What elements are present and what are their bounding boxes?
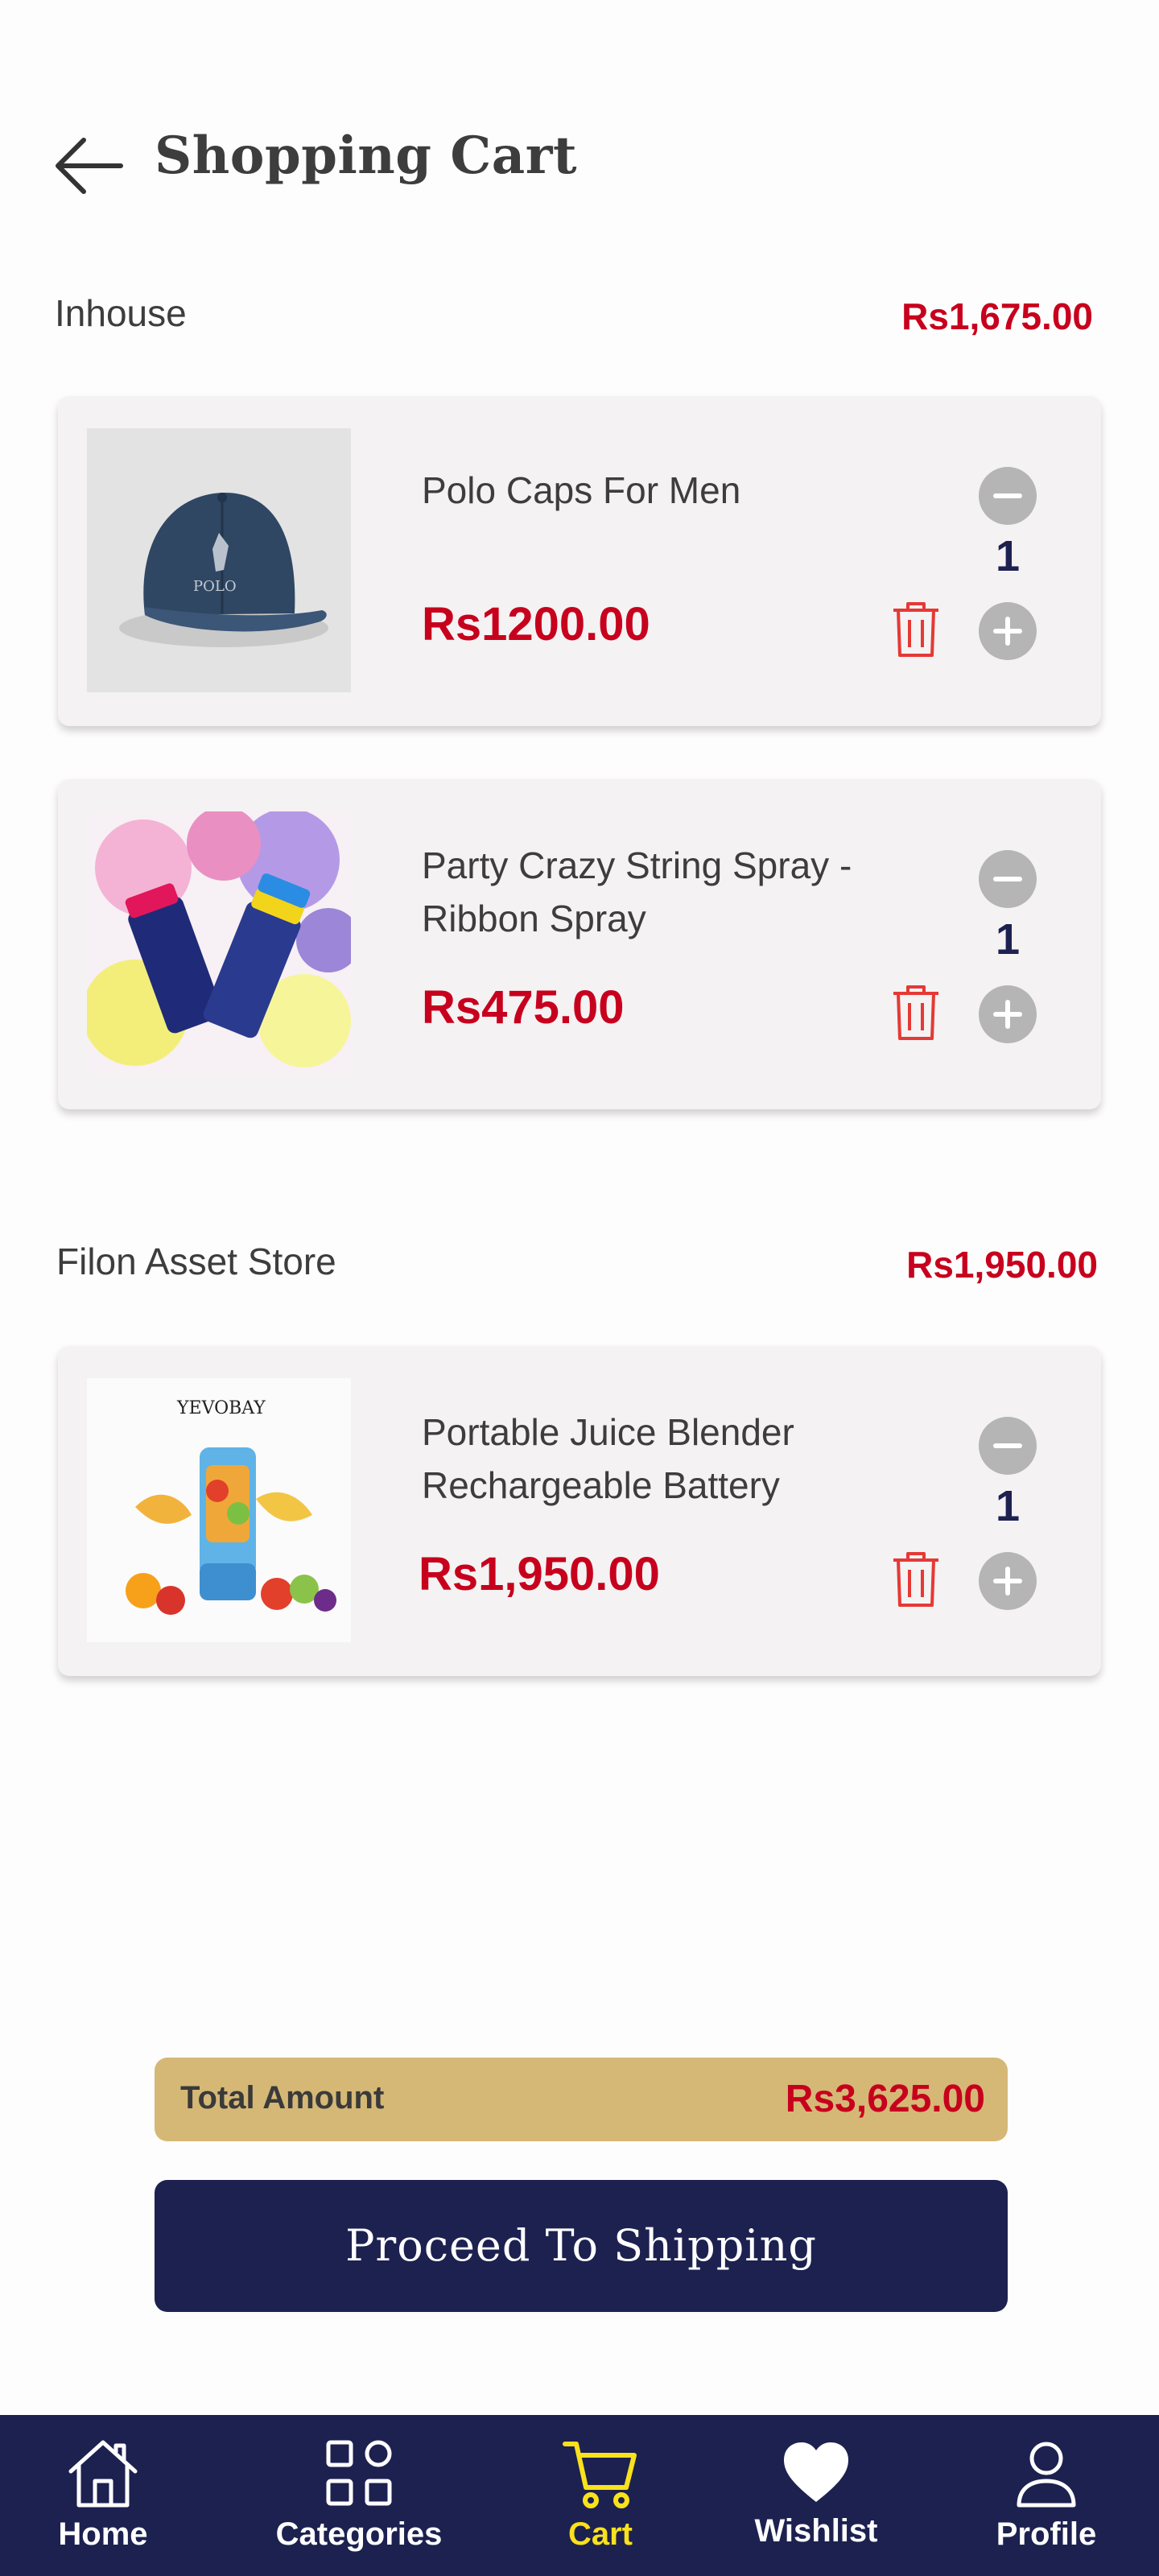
trash-icon[interactable] <box>890 1547 942 1608</box>
total-amount-bar: Total Amount Rs3,625.00 <box>155 2058 1008 2141</box>
nav-wishlist[interactable]: Wishlist <box>736 2415 897 2576</box>
nav-label: Profile <box>996 2516 1097 2552</box>
product-name[interactable]: Polo Caps For Men <box>422 464 872 517</box>
quantity-decrease-button[interactable] <box>979 467 1037 525</box>
brand-logo-text: YEVOBAY <box>176 1398 266 1418</box>
store-name: Filon Asset Store <box>56 1241 336 1282</box>
product-price: Rs1200.00 <box>422 598 650 650</box>
total-value: Rs3,625.00 <box>785 2078 985 2120</box>
product-price: Rs475.00 <box>422 981 625 1034</box>
cart-item: Party Crazy String Spray - Ribbon Spray … <box>58 779 1101 1109</box>
product-price: Rs1,950.00 <box>419 1548 660 1600</box>
heart-icon <box>777 2434 855 2512</box>
nav-label: Home <box>58 2516 148 2552</box>
trash-icon[interactable] <box>890 597 942 658</box>
quantity-value: 1 <box>995 915 1021 964</box>
store-header: Filon Asset Store Rs1,950.00 <box>56 1240 1098 1288</box>
app-header: Shopping Cart <box>0 121 1159 209</box>
product-image[interactable] <box>87 811 351 1075</box>
store-total: Rs1,950.00 <box>906 1244 1098 1286</box>
store-header: Inhouse Rs1,675.00 <box>55 291 1093 340</box>
nav-profile[interactable]: Profile <box>966 2415 1127 2576</box>
total-label: Total Amount <box>180 2080 385 2116</box>
page-title: Shopping Cart <box>155 126 577 186</box>
user-icon <box>1008 2434 1085 2512</box>
back-arrow-icon[interactable] <box>52 135 124 196</box>
store-total: Rs1,675.00 <box>901 295 1093 337</box>
bottom-nav: Home Categories Cart Wishlist Profile <box>0 2415 1159 2576</box>
quantity-increase-button[interactable] <box>979 985 1037 1043</box>
product-image[interactable]: YEVOBAY <box>87 1378 351 1642</box>
product-name[interactable]: Portable Juice Blender Rechargeable Batt… <box>422 1406 872 1512</box>
nav-home[interactable]: Home <box>29 2415 177 2576</box>
product-name[interactable]: Party Crazy String Spray - Ribbon Spray <box>422 839 872 945</box>
trash-icon[interactable] <box>890 980 942 1042</box>
cap-logo-text: POLO <box>193 578 237 595</box>
quantity-value: 1 <box>995 532 1021 580</box>
nav-label: Wishlist <box>754 2513 878 2549</box>
store-name: Inhouse <box>55 292 187 334</box>
nav-label: Categories <box>275 2516 443 2552</box>
quantity-value: 1 <box>995 1482 1021 1530</box>
quantity-decrease-button[interactable] <box>979 1417 1037 1475</box>
nav-cart[interactable]: Cart <box>528 2415 673 2576</box>
cart-icon <box>562 2434 639 2512</box>
quantity-increase-button[interactable] <box>979 1552 1037 1610</box>
cart-item: POLO Polo Caps For Men Rs1200.00 1 <box>58 396 1101 726</box>
grid-icon <box>320 2434 398 2512</box>
nav-label: Cart <box>567 2516 633 2552</box>
quantity-decrease-button[interactable] <box>979 850 1037 908</box>
cart-item: YEVOBAY Portable Juice Blender Rechargea… <box>58 1346 1101 1676</box>
quantity-increase-button[interactable] <box>979 602 1037 660</box>
product-image[interactable]: POLO <box>87 428 351 692</box>
nav-categories[interactable]: Categories <box>262 2415 456 2576</box>
home-icon <box>64 2434 142 2512</box>
proceed-to-shipping-button[interactable]: Proceed To Shipping <box>155 2180 1008 2312</box>
